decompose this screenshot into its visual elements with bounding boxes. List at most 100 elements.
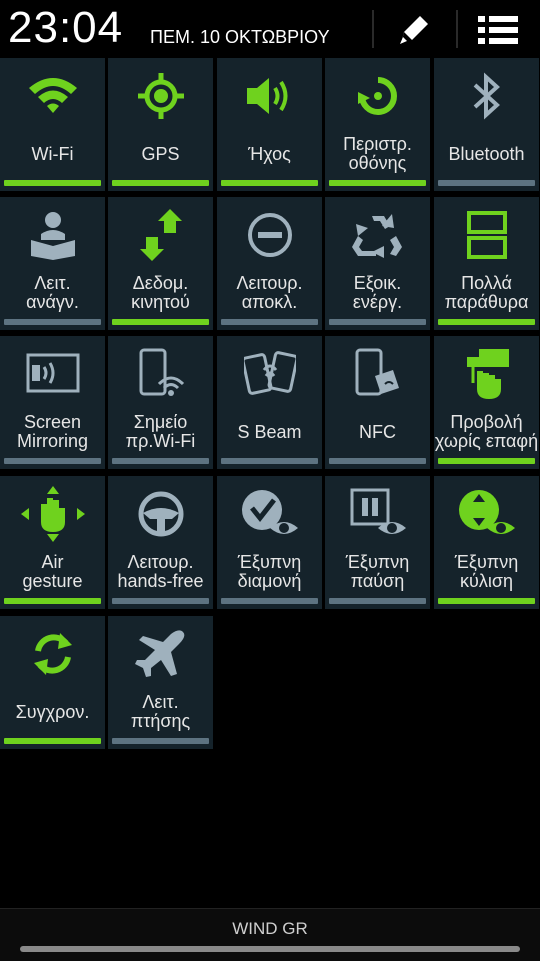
toggle-label: NFC [359, 421, 396, 442]
smart-stay-icon [217, 488, 322, 540]
header-divider [456, 10, 458, 48]
toggle-label: Air gesture [22, 552, 83, 591]
settings-list-button[interactable] [476, 8, 520, 52]
smart-pause-icon [325, 488, 430, 540]
toggle-label: Bluetooth [448, 143, 525, 164]
toggle-smart-pause[interactable]: Έξυπνη παύση [325, 476, 430, 609]
toggle-gps[interactable]: GPS [108, 58, 213, 191]
toggle-state-indicator [221, 598, 318, 604]
toggle-label: Λειτουρ. αποκλ. [236, 273, 303, 312]
toggle-state-indicator [221, 180, 318, 186]
toggle-label: Ήχος [248, 143, 291, 164]
pencil-icon [400, 16, 428, 44]
s-beam-icon [217, 348, 322, 400]
toggle-block[interactable]: Λειτουρ. αποκλ. [217, 197, 322, 330]
status-header: 23:04 ΠΕΜ. 10 ΟΚΤΩΒΡΙΟΥ [0, 0, 540, 58]
reading-icon [0, 209, 105, 261]
multi-window-icon [434, 209, 539, 261]
toggle-state-indicator [112, 598, 209, 604]
toggle-label: Wi-Fi [31, 143, 74, 164]
notification-footer: WIND GR [0, 908, 540, 961]
smart-scroll-icon [434, 488, 539, 540]
air-gesture-icon [0, 486, 105, 542]
mobile-data-icon [108, 209, 213, 261]
drag-handle[interactable] [20, 946, 520, 952]
toggle-state-indicator [4, 180, 101, 186]
toggle-state-indicator [221, 458, 318, 464]
header-divider [372, 10, 374, 48]
toggle-state-indicator [329, 598, 426, 604]
toggle-smart-stay[interactable]: Έξυπνη διαμονή [217, 476, 322, 609]
toggle-label: Σημείο πρ.Wi-Fi [125, 412, 196, 451]
toggle-label: Έξυπνη παύση [345, 552, 410, 591]
toggle-state-indicator [4, 598, 101, 604]
toggle-state-indicator [112, 458, 209, 464]
toggle-multi-window[interactable]: Πολλά παράθυρα [434, 197, 539, 330]
hotspot-icon [108, 348, 213, 400]
toggle-state-indicator [221, 319, 318, 325]
block-icon [217, 209, 322, 261]
toggle-state-indicator [438, 180, 535, 186]
clock: 23:04 [8, 3, 124, 52]
toggle-hotspot[interactable]: Σημείο πρ.Wi-Fi [108, 336, 213, 469]
toggle-state-indicator [4, 458, 101, 464]
toggle-wifi[interactable]: Wi-Fi [0, 58, 105, 191]
toggle-label: Λειτουρ. hands-free [117, 552, 204, 591]
toggle-state-indicator [112, 319, 209, 325]
toggle-label: Screen Mirroring [16, 412, 88, 451]
date: ΠΕΜ. 10 ΟΚΤΩΒΡΙΟΥ [150, 27, 330, 47]
toggle-recycle[interactable]: Εξοικ. ενέργ. [325, 197, 430, 330]
toggle-label: Έξυπνη κύλιση [454, 552, 519, 591]
toggle-label: Εξοικ. ενέργ. [352, 273, 403, 312]
toggle-state-indicator [329, 319, 426, 325]
toggle-airplane[interactable]: Λειτ. πτήσης [108, 616, 213, 749]
toggle-steering-wheel[interactable]: Λειτουρ. hands-free [108, 476, 213, 609]
toggle-air-gesture[interactable]: Air gesture [0, 476, 105, 609]
rotate-icon [325, 70, 430, 122]
toggle-label: Λειτ. πτήσης [130, 692, 191, 731]
toggle-state-indicator [4, 319, 101, 325]
bluetooth-icon [434, 70, 539, 122]
toggle-state-indicator [112, 180, 209, 186]
toggle-state-indicator [438, 319, 535, 325]
toggle-label: Δεδομ. κινητού [131, 273, 190, 312]
toggle-label: Περιστρ. οθόνης [343, 134, 412, 173]
steering-wheel-icon [108, 488, 213, 540]
nfc-icon [325, 348, 430, 400]
toggle-mobile-data[interactable]: Δεδομ. κινητού [108, 197, 213, 330]
list-icon [478, 16, 518, 44]
speaker-icon [217, 70, 322, 122]
gps-icon [108, 70, 213, 122]
recycle-icon [325, 209, 430, 261]
air-view-icon [434, 348, 539, 400]
toggle-label: S Beam [237, 421, 302, 442]
toggle-state-indicator [112, 738, 209, 744]
toggle-label: Συγχρον. [15, 701, 90, 722]
toggle-bluetooth[interactable]: Bluetooth [434, 58, 539, 191]
toggle-state-indicator [4, 738, 101, 744]
toggle-label: Προβολή χωρίς επαφή [434, 412, 539, 451]
screen-mirroring-icon [0, 348, 105, 400]
toggle-speaker[interactable]: Ήχος [217, 58, 322, 191]
toggle-s-beam[interactable]: S Beam [217, 336, 322, 469]
toggle-state-indicator [329, 458, 426, 464]
airplane-icon [108, 628, 213, 680]
toggle-state-indicator [438, 458, 535, 464]
toggle-sync[interactable]: Συγχρον. [0, 616, 105, 749]
carrier-label: WIND GR [232, 919, 308, 938]
toggle-reading[interactable]: Λειτ. ανάγν. [0, 197, 105, 330]
sync-icon [0, 628, 105, 680]
toggle-label: Πολλά παράθυρα [444, 273, 529, 312]
toggle-label: Λειτ. ανάγν. [26, 273, 79, 312]
toggle-smart-scroll[interactable]: Έξυπνη κύλιση [434, 476, 539, 609]
toggle-state-indicator [438, 598, 535, 604]
toggle-rotate[interactable]: Περιστρ. οθόνης [325, 58, 430, 191]
toggle-label: Έξυπνη διαμονή [237, 552, 302, 591]
toggle-state-indicator [329, 180, 426, 186]
toggle-screen-mirroring[interactable]: Screen Mirroring [0, 336, 105, 469]
toggle-air-view[interactable]: Προβολή χωρίς επαφή [434, 336, 539, 469]
toggle-nfc[interactable]: NFC [325, 336, 430, 469]
edit-button[interactable] [392, 8, 436, 52]
toggle-label: GPS [141, 143, 180, 164]
wifi-icon [0, 70, 105, 122]
